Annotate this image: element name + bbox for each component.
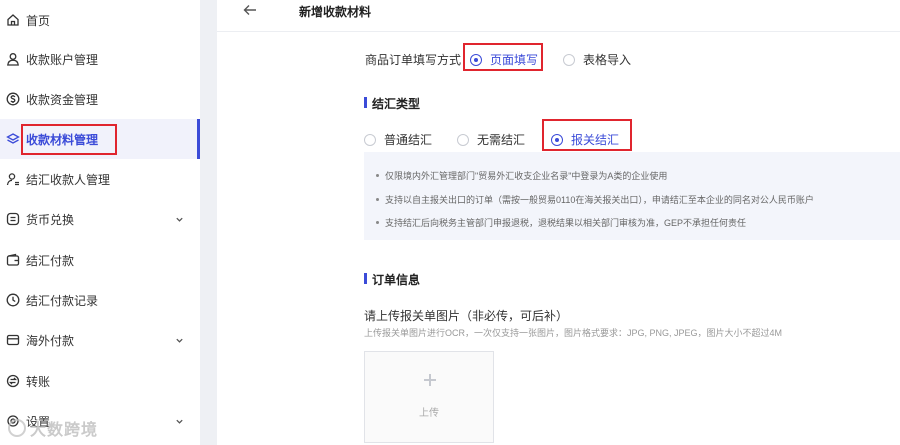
notice-item: 支持以自主报关出口的订单（需按一般贸易0110在海关报关出口），申请结汇至本企业… (376, 193, 814, 206)
highlight-box (542, 119, 632, 151)
sidebar-item-transfer[interactable]: 转账 (0, 361, 200, 401)
upload-title: 请上传报关单图片（非必传，可后补） (364, 309, 569, 323)
radio-label: 表格导入 (583, 53, 632, 67)
user-settings-icon (6, 172, 20, 186)
sidebar-item-payee-management[interactable]: 结汇收款人管理 (0, 159, 200, 199)
sidebar-item-label: 海外付款 (26, 333, 75, 348)
radio-dot (364, 133, 376, 146)
radio-dot (457, 133, 469, 146)
chevron-down-icon[interactable] (174, 335, 184, 345)
sidebar-item-label: 首页 (26, 13, 51, 28)
sidebar-item-label: 结汇收款人管理 (26, 172, 111, 187)
layers-icon (6, 132, 20, 146)
clock-icon (6, 293, 20, 307)
notice-text: 支持以自主报关出口的订单（需按一般贸易0110在海关报关出口），申请结汇至本企业… (385, 195, 814, 205)
watermark-logo-icon (8, 419, 26, 437)
radio-label: 无需结汇 (477, 133, 526, 147)
exchange-icon (6, 212, 20, 226)
notice-text: 仅限境内外汇管理部门"贸易外汇收支企业名录"中登录为A类的企业使用 (385, 171, 668, 181)
bullet-icon (376, 198, 379, 201)
upload-button[interactable]: 上传 (364, 351, 494, 443)
dollar-circle-icon (6, 92, 20, 106)
page-title: 新增收款材料 (299, 5, 372, 19)
highlight-box (463, 43, 543, 71)
settlement-notice: 仅限境内外汇管理部门"贸易外汇收支企业名录"中登录为A类的企业使用 支持以自主报… (364, 152, 900, 240)
sidebar-item-label: 收款账户管理 (26, 52, 99, 67)
sidebar-item-label: 结汇付款 (26, 253, 75, 268)
radio-no-settlement[interactable]: 无需结汇 (457, 131, 525, 148)
chevron-down-icon[interactable] (174, 416, 184, 426)
bullet-icon (376, 221, 379, 224)
sidebar-item-label: 收款资金管理 (26, 92, 99, 107)
sidebar-item-funds-management[interactable]: 收款资金管理 (0, 79, 200, 119)
radio-normal-settlement[interactable]: 普通结汇 (364, 131, 432, 148)
sidebar-item-label: 货币兑换 (26, 212, 75, 227)
notice-item: 仅限境内外汇管理部门"贸易外汇收支企业名录"中登录为A类的企业使用 (376, 169, 667, 182)
sidebar-item-payment-records[interactable]: 结汇付款记录 (0, 280, 200, 320)
upload-button-label: 上传 (419, 408, 439, 419)
radio-table-import[interactable]: 表格导入 (563, 51, 631, 68)
highlight-box (21, 124, 117, 155)
card-icon (6, 333, 20, 347)
sidebar: 首页 收款账户管理 收款资金管理 收款材料管理 结汇收款人管理 货币兑换 结汇付… (0, 0, 200, 445)
order-info-section-title: 订单信息 (364, 271, 420, 288)
notice-item: 支持结汇后向税务主管部门申报退税，退税结果以相关部门审核为准，GEP不承担任何责… (376, 216, 746, 229)
sidebar-item-home[interactable]: 首页 (0, 0, 200, 40)
user-icon (6, 52, 20, 66)
upload-hint: 上传报关单图片进行OCR，一次仅支持一张图片，图片格式要求：JPG, PNG, … (364, 328, 783, 338)
plus-icon (424, 374, 436, 386)
notice-text: 支持结汇后向税务主管部门申报退税，退税结果以相关部门审核为准，GEP不承担任何责… (385, 218, 747, 228)
bullet-icon (376, 174, 379, 177)
watermark-text: 大数跨境 (30, 422, 99, 439)
back-arrow-icon[interactable] (241, 1, 259, 19)
transfer-icon (6, 374, 20, 388)
radio-label: 普通结汇 (384, 133, 433, 147)
page-header: 新增收款材料 (217, 0, 900, 32)
chevron-down-icon[interactable] (174, 214, 184, 224)
sidebar-item-label: 结汇付款记录 (26, 293, 99, 308)
wallet-icon (6, 253, 20, 267)
fill-method-label: 商品订单填写方式 (365, 53, 462, 67)
radio-dot (563, 53, 575, 66)
watermark: 大数跨境 (8, 416, 98, 440)
sidebar-item-currency-exchange[interactable]: 货币兑换 (0, 199, 200, 239)
settlement-section-title: 结汇类型 (364, 95, 420, 112)
sidebar-item-account-management[interactable]: 收款账户管理 (0, 39, 200, 79)
main-content: 新增收款材料 商品订单填写方式 页面填写 表格导入 结汇类型 普通结汇 无需结汇… (217, 0, 900, 445)
sidebar-item-label: 转账 (26, 374, 51, 389)
home-icon (6, 13, 20, 27)
sidebar-item-overseas-payment[interactable]: 海外付款 (0, 320, 200, 360)
sidebar-item-settlement-payment[interactable]: 结汇付款 (0, 240, 200, 280)
